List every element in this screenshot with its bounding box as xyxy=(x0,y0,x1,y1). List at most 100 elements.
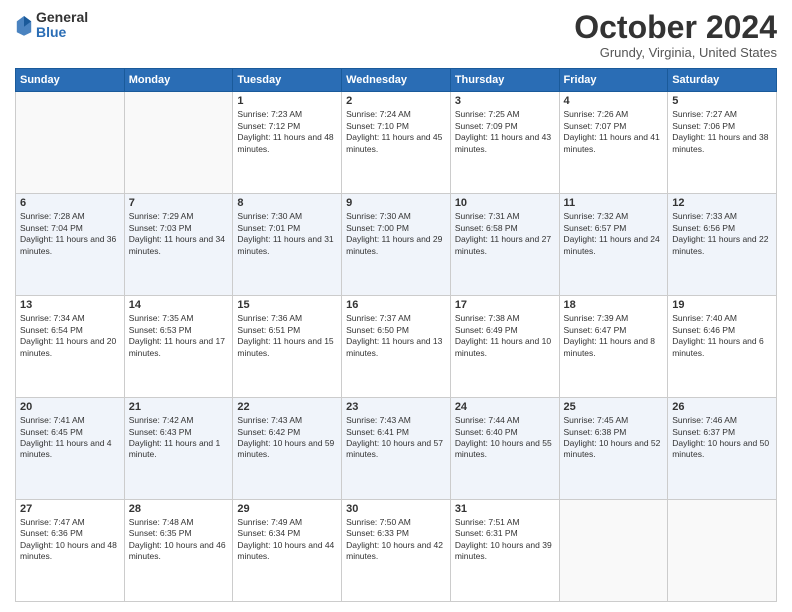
day-number: 23 xyxy=(346,401,446,413)
calendar-cell: 1 Sunrise: 7:23 AM Sunset: 7:12 PM Daylig… xyxy=(233,92,342,194)
calendar-week-row: 1 Sunrise: 7:23 AM Sunset: 7:12 PM Daylig… xyxy=(16,92,777,194)
calendar-cell: 20 Sunrise: 7:41 AM Sunset: 6:45 PM Dayli… xyxy=(16,398,125,500)
calendar-cell: 12 Sunrise: 7:33 AM Sunset: 6:56 PM Dayli… xyxy=(668,194,777,296)
calendar-cell: 25 Sunrise: 7:45 AM Sunset: 6:38 PM Dayli… xyxy=(559,398,668,500)
day-number: 14 xyxy=(129,299,229,311)
day-number: 6 xyxy=(20,197,120,209)
day-info: Sunrise: 7:29 AM Sunset: 7:03 PM Dayligh… xyxy=(129,211,229,257)
calendar-cell: 31Sunrise: 7:51 AM Sunset: 6:31 PM Dayli… xyxy=(450,500,559,602)
day-info: Sunrise: 7:40 AM Sunset: 6:46 PM Dayligh… xyxy=(672,313,772,359)
header: General Blue October 2024 Grundy, Virgin… xyxy=(15,10,777,60)
day-info: Sunrise: 7:35 AM Sunset: 6:53 PM Dayligh… xyxy=(129,313,229,359)
calendar-cell xyxy=(16,92,125,194)
day-info: Sunrise: 7:25 AM Sunset: 7:09 PM Dayligh… xyxy=(455,109,555,155)
day-number: 15 xyxy=(237,299,337,311)
day-number: 28 xyxy=(129,503,229,515)
day-number: 20 xyxy=(20,401,120,413)
calendar-cell: 26 Sunrise: 7:46 AM Sunset: 6:37 PM Dayli… xyxy=(668,398,777,500)
calendar-cell: 13Sunrise: 7:34 AM Sunset: 6:54 PM Dayli… xyxy=(16,296,125,398)
day-number: 25 xyxy=(564,401,664,413)
calendar-week-row: 6 Sunrise: 7:28 AM Sunset: 7:04 PM Daylig… xyxy=(16,194,777,296)
calendar-table: SundayMondayTuesdayWednesdayThursdayFrid… xyxy=(15,68,777,602)
calendar-cell: 10 Sunrise: 7:31 AM Sunset: 6:58 PM Dayli… xyxy=(450,194,559,296)
calendar-day-header: Thursday xyxy=(450,69,559,92)
calendar-week-row: 13Sunrise: 7:34 AM Sunset: 6:54 PM Dayli… xyxy=(16,296,777,398)
day-info: Sunrise: 7:23 AM Sunset: 7:12 PM Dayligh… xyxy=(237,109,337,155)
calendar-cell xyxy=(668,500,777,602)
calendar-cell: 6 Sunrise: 7:28 AM Sunset: 7:04 PM Daylig… xyxy=(16,194,125,296)
day-number: 29 xyxy=(237,503,337,515)
calendar-day-header: Saturday xyxy=(668,69,777,92)
day-number: 1 xyxy=(237,95,337,107)
calendar-header-row: SundayMondayTuesdayWednesdayThursdayFrid… xyxy=(16,69,777,92)
day-info: Sunrise: 7:43 AM Sunset: 6:41 PM Dayligh… xyxy=(346,415,446,461)
day-info: Sunrise: 7:44 AM Sunset: 6:40 PM Dayligh… xyxy=(455,415,555,461)
day-number: 26 xyxy=(672,401,772,413)
day-number: 4 xyxy=(564,95,664,107)
logo-text: General Blue xyxy=(36,10,88,41)
day-number: 2 xyxy=(346,95,446,107)
logo: General Blue xyxy=(15,10,88,41)
month-title: October 2024 xyxy=(574,10,777,45)
calendar-cell: 21 Sunrise: 7:42 AM Sunset: 6:43 PM Dayli… xyxy=(124,398,233,500)
calendar-cell xyxy=(559,500,668,602)
calendar-cell: 9Sunrise: 7:30 AM Sunset: 7:00 PM Daylig… xyxy=(342,194,451,296)
day-info: Sunrise: 7:50 AM Sunset: 6:33 PM Dayligh… xyxy=(346,517,446,563)
logo-general: General xyxy=(36,10,88,25)
day-number: 17 xyxy=(455,299,555,311)
day-info: Sunrise: 7:41 AM Sunset: 6:45 PM Dayligh… xyxy=(20,415,120,461)
day-number: 10 xyxy=(455,197,555,209)
calendar-cell: 27 Sunrise: 7:47 AM Sunset: 6:36 PM Dayli… xyxy=(16,500,125,602)
day-info: Sunrise: 7:27 AM Sunset: 7:06 PM Dayligh… xyxy=(672,109,772,155)
day-info: Sunrise: 7:28 AM Sunset: 7:04 PM Dayligh… xyxy=(20,211,120,257)
calendar-day-header: Sunday xyxy=(16,69,125,92)
calendar-cell: 3 Sunrise: 7:25 AM Sunset: 7:09 PM Daylig… xyxy=(450,92,559,194)
calendar-cell: 23 Sunrise: 7:43 AM Sunset: 6:41 PM Dayli… xyxy=(342,398,451,500)
calendar-cell: 24 Sunrise: 7:44 AM Sunset: 6:40 PM Dayli… xyxy=(450,398,559,500)
day-number: 5 xyxy=(672,95,772,107)
calendar-cell: 14 Sunrise: 7:35 AM Sunset: 6:53 PM Dayli… xyxy=(124,296,233,398)
day-info: Sunrise: 7:36 AM Sunset: 6:51 PM Dayligh… xyxy=(237,313,337,359)
day-number: 24 xyxy=(455,401,555,413)
day-info: Sunrise: 7:30 AM Sunset: 7:01 PM Dayligh… xyxy=(237,211,337,257)
page: General Blue October 2024 Grundy, Virgin… xyxy=(0,0,792,612)
calendar-cell: 16Sunrise: 7:37 AM Sunset: 6:50 PM Dayli… xyxy=(342,296,451,398)
day-info: Sunrise: 7:32 AM Sunset: 6:57 PM Dayligh… xyxy=(564,211,664,257)
day-info: Sunrise: 7:24 AM Sunset: 7:10 PM Dayligh… xyxy=(346,109,446,155)
day-number: 12 xyxy=(672,197,772,209)
location: Grundy, Virginia, United States xyxy=(574,45,777,60)
calendar-cell: 22Sunrise: 7:43 AM Sunset: 6:42 PM Dayli… xyxy=(233,398,342,500)
calendar-cell: 30Sunrise: 7:50 AM Sunset: 6:33 PM Dayli… xyxy=(342,500,451,602)
calendar-cell: 8 Sunrise: 7:30 AM Sunset: 7:01 PM Daylig… xyxy=(233,194,342,296)
calendar-cell: 7Sunrise: 7:29 AM Sunset: 7:03 PM Daylig… xyxy=(124,194,233,296)
day-number: 16 xyxy=(346,299,446,311)
day-number: 19 xyxy=(672,299,772,311)
calendar-cell xyxy=(124,92,233,194)
calendar-cell: 18Sunrise: 7:39 AM Sunset: 6:47 PM Dayli… xyxy=(559,296,668,398)
day-info: Sunrise: 7:45 AM Sunset: 6:38 PM Dayligh… xyxy=(564,415,664,461)
day-info: Sunrise: 7:47 AM Sunset: 6:36 PM Dayligh… xyxy=(20,517,120,563)
day-info: Sunrise: 7:48 AM Sunset: 6:35 PM Dayligh… xyxy=(129,517,229,563)
day-info: Sunrise: 7:46 AM Sunset: 6:37 PM Dayligh… xyxy=(672,415,772,461)
day-info: Sunrise: 7:31 AM Sunset: 6:58 PM Dayligh… xyxy=(455,211,555,257)
logo-icon xyxy=(15,14,33,36)
calendar-cell: 29Sunrise: 7:49 AM Sunset: 6:34 PM Dayli… xyxy=(233,500,342,602)
calendar-day-header: Friday xyxy=(559,69,668,92)
calendar-week-row: 20 Sunrise: 7:41 AM Sunset: 6:45 PM Dayli… xyxy=(16,398,777,500)
calendar-cell: 17Sunrise: 7:38 AM Sunset: 6:49 PM Dayli… xyxy=(450,296,559,398)
calendar-body: 1 Sunrise: 7:23 AM Sunset: 7:12 PM Daylig… xyxy=(16,92,777,602)
day-number: 27 xyxy=(20,503,120,515)
day-number: 8 xyxy=(237,197,337,209)
day-number: 11 xyxy=(564,197,664,209)
calendar-cell: 4Sunrise: 7:26 AM Sunset: 7:07 PM Daylig… xyxy=(559,92,668,194)
day-info: Sunrise: 7:33 AM Sunset: 6:56 PM Dayligh… xyxy=(672,211,772,257)
calendar-week-row: 27 Sunrise: 7:47 AM Sunset: 6:36 PM Dayli… xyxy=(16,500,777,602)
calendar-day-header: Monday xyxy=(124,69,233,92)
day-number: 3 xyxy=(455,95,555,107)
day-number: 21 xyxy=(129,401,229,413)
day-info: Sunrise: 7:42 AM Sunset: 6:43 PM Dayligh… xyxy=(129,415,229,461)
calendar-day-header: Tuesday xyxy=(233,69,342,92)
day-info: Sunrise: 7:30 AM Sunset: 7:00 PM Dayligh… xyxy=(346,211,446,257)
day-number: 13 xyxy=(20,299,120,311)
calendar-cell: 5 Sunrise: 7:27 AM Sunset: 7:06 PM Daylig… xyxy=(668,92,777,194)
